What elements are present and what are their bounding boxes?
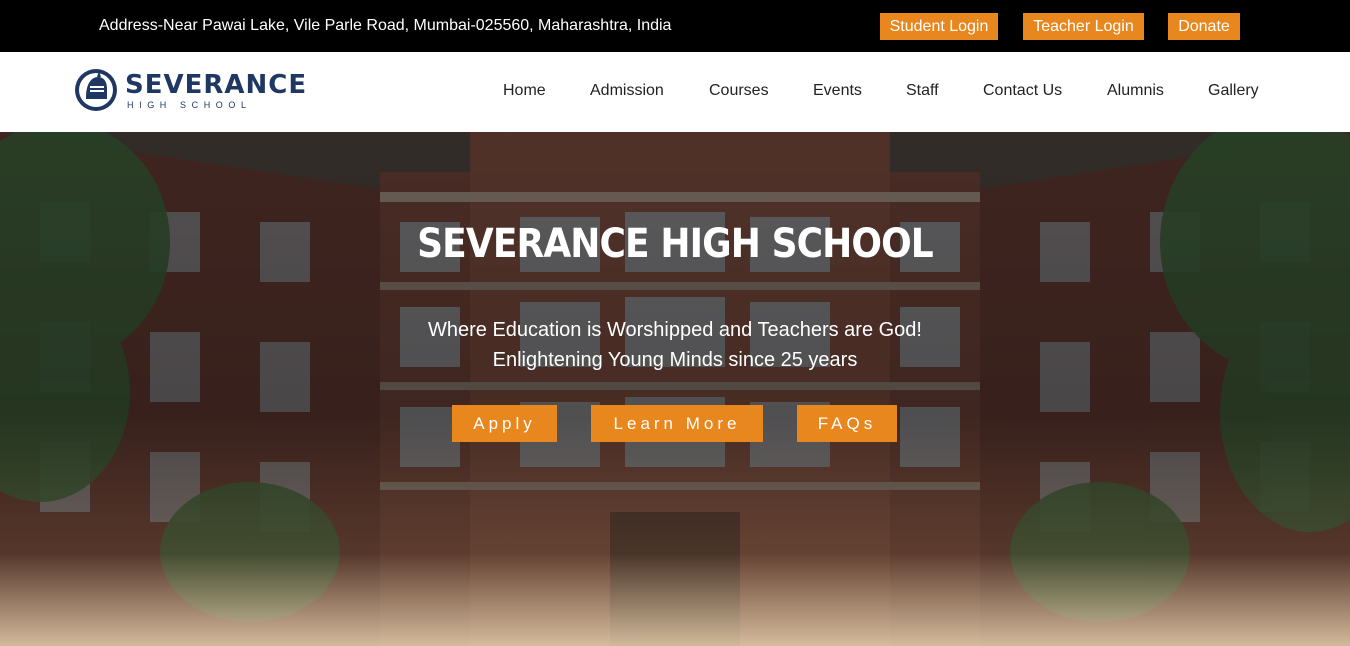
donate-button[interactable]: Donate: [1168, 13, 1240, 40]
faqs-button[interactable]: FAQs: [797, 405, 897, 442]
nav-alumnis[interactable]: Alumnis: [1107, 82, 1164, 100]
nav-staff[interactable]: Staff: [906, 82, 939, 100]
school-logo[interactable]: SEVERANCE HIGH SCHOOL: [73, 67, 306, 117]
main-navbar: SEVERANCE HIGH SCHOOL Home Admission Cou…: [0, 52, 1350, 132]
top-bar: Address-Near Pawai Lake, Vile Parle Road…: [0, 0, 1350, 52]
hero-tagline-2: Enlightening Young Minds since 25 years: [492, 349, 858, 371]
hero-title: SEVERANCE HIGH SCHOOL: [417, 221, 934, 267]
nav-home[interactable]: Home: [503, 82, 546, 100]
logo-subtitle: HIGH SCHOOL: [127, 100, 252, 110]
nav-courses[interactable]: Courses: [709, 82, 769, 100]
apply-button[interactable]: Apply: [452, 405, 557, 442]
nav-gallery[interactable]: Gallery: [1208, 82, 1259, 100]
address-text: Address-Near Pawai Lake, Vile Parle Road…: [99, 17, 672, 34]
teacher-login-button[interactable]: Teacher Login: [1023, 13, 1144, 40]
hero-overlay: [0, 132, 1350, 646]
knight-helmet-icon: [75, 69, 117, 111]
nav-admission[interactable]: Admission: [590, 82, 664, 100]
nav-events[interactable]: Events: [813, 82, 862, 100]
hero-tagline-1: Where Education is Worshipped and Teache…: [428, 319, 922, 341]
hero-section: SEVERANCE HIGH SCHOOL Where Education is…: [0, 132, 1350, 646]
learn-more-button[interactable]: Learn More: [591, 405, 763, 442]
logo-wordmark: SEVERANCE: [125, 70, 308, 100]
student-login-button[interactable]: Student Login: [880, 13, 998, 40]
nav-contact-us[interactable]: Contact Us: [983, 82, 1062, 100]
